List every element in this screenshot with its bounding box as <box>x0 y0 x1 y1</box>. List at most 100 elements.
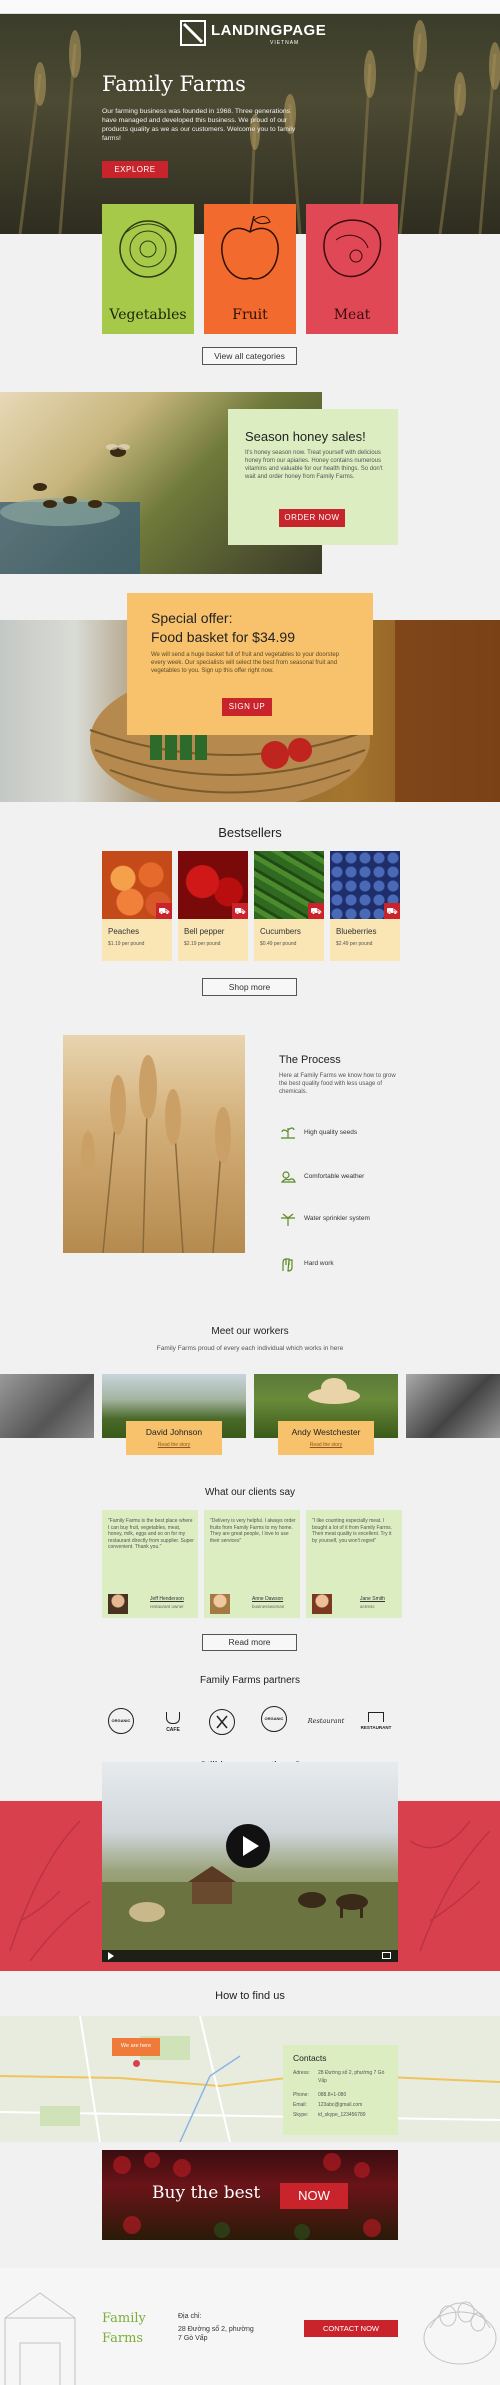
browser-bar <box>0 0 500 14</box>
map-title: How to find us <box>215 1990 285 2002</box>
testimonial-quote: "I like counting especially meat. I boug… <box>312 1518 393 1544</box>
offer-text: We will send a huge basket full of fruit… <box>151 652 340 674</box>
view-all-categories-button[interactable]: View all categories <box>202 347 297 365</box>
contact-skype-label: Skype: <box>293 2112 309 2118</box>
category-fruit[interactable]: Fruit <box>204 204 296 334</box>
map-pin-icon <box>133 2060 140 2067</box>
contact-address: 28 Đường số 2, phường 7 Gò Vấp <box>318 2070 385 2084</box>
product-cucumbers[interactable]: ⛟ Cucumbers $0.49 per pound <box>254 851 324 961</box>
wheat-image <box>63 1035 245 1253</box>
cart-icon[interactable]: ⛟ <box>308 903 324 919</box>
cart-icon[interactable]: ⛟ <box>232 903 248 919</box>
product-name: Peaches <box>108 927 140 936</box>
sign-up-button[interactable]: SIGN UP <box>222 698 272 716</box>
product-price: $2.19 per pound <box>184 941 221 947</box>
explore-button[interactable]: EXPLORE <box>102 161 168 178</box>
worker-photo-left <box>0 1374 94 1438</box>
avatar <box>108 1594 128 1614</box>
order-now-button[interactable]: ORDER NOW <box>279 509 345 527</box>
process-title: The Process <box>279 1054 341 1066</box>
product-price: $2.49 per pound <box>336 941 373 947</box>
map[interactable] <box>0 2016 500 2142</box>
process-step-label: Water sprinkler system <box>304 1215 370 1222</box>
apple-icon <box>221 215 279 280</box>
partner-logo: CAFE <box>158 1708 188 1736</box>
testimonial-card: "Delivery is very helpful. I always orde… <box>204 1510 300 1618</box>
offer-card: Special offer: Food basket for $34.99 We… <box>127 593 373 735</box>
contact-email[interactable]: 123abc@gmail.com <box>318 2101 362 2109</box>
product-blueberries[interactable]: ⛟ Blueberries $2.49 per pound <box>330 851 400 961</box>
map-pin-label: We are here <box>112 2038 160 2056</box>
read-more-button[interactable]: Read more <box>202 1634 297 1651</box>
play-button[interactable] <box>226 1824 270 1868</box>
partner-logo: ORGANIC <box>104 1708 138 1736</box>
category-label: Vegetables <box>109 307 187 323</box>
read-story-link[interactable]: Read the story <box>278 1442 374 1448</box>
testimonial-quote: "Family Farms is the best place where I … <box>108 1518 194 1550</box>
testimonial-role: businesswoman <box>252 1604 285 1609</box>
workers-subtitle: Family Farms proud of every each individ… <box>156 1345 344 1352</box>
contact-phone-label: Phone: <box>293 2092 309 2098</box>
cart-icon[interactable]: ⛟ <box>384 903 400 919</box>
product-bell-pepper[interactable]: ⛟ Bell pepper $2.19 per pound <box>178 851 248 961</box>
honey-title: Season honey sales! <box>245 429 366 444</box>
hero-text: Our farming business was founded in 1968… <box>102 108 296 142</box>
cart-icon[interactable]: ⛟ <box>156 903 172 919</box>
read-story-link[interactable]: Read the story <box>126 1442 222 1448</box>
category-label: Meat <box>333 307 371 323</box>
partner-logo-text: CAFE <box>166 1727 180 1733</box>
fullscreen-icon[interactable] <box>382 1952 391 1959</box>
partner-logo <box>208 1708 236 1736</box>
testimonial-name: Anne Dawson <box>252 1596 284 1602</box>
testimonial-card: "Family Farms is the best place where I … <box>102 1510 198 1618</box>
partner-logo-text: Restaurant <box>307 1717 345 1725</box>
seeds-icon <box>281 1127 295 1139</box>
map-pin-text: We are here <box>120 2043 152 2049</box>
honey-card: Season honey sales! It's honey season no… <box>228 409 398 545</box>
process-step: High quality seeds <box>279 1124 429 1142</box>
logo-mark-icon <box>182 22 204 44</box>
category-meat[interactable]: Meat <box>306 204 398 334</box>
product-name: Cucumbers <box>260 927 301 936</box>
product-name: Blueberries <box>336 927 377 936</box>
cta-text: Buy the best <box>152 2183 261 2203</box>
now-button[interactable]: NOW <box>280 2183 348 2209</box>
offer-subtitle: Food basket for $34.99 <box>151 629 295 645</box>
logo-text: LANDINGPAGE <box>211 22 327 39</box>
footer-address-label: Địa chỉ: <box>178 2313 202 2320</box>
logo[interactable]: LANDINGPAGE VIETNAM <box>180 20 327 50</box>
partner-logo-text: RESTAURANT <box>360 1725 392 1730</box>
hand-icon <box>282 1258 293 1272</box>
process-step: Water sprinkler system <box>279 1210 429 1228</box>
contact-now-button[interactable]: CONTACT NOW <box>304 2320 398 2337</box>
video-player[interactable] <box>102 1762 398 1962</box>
player-play-icon[interactable] <box>106 1951 116 1961</box>
partner-logo: ORGANIC <box>258 1704 290 1738</box>
product-price: $1.19 per pound <box>108 941 145 947</box>
testimonial-name: Jeff Henderson <box>150 1596 184 1602</box>
shop-more-button[interactable]: Shop more <box>202 978 297 996</box>
worker-card-david[interactable]: David Johnson Read the story <box>126 1421 222 1455</box>
partner-logo-text: ORGANIC <box>264 1716 284 1721</box>
barn-sketch <box>4 2292 76 2385</box>
bestsellers-title: Bestsellers <box>218 825 282 840</box>
play-icon <box>243 1836 259 1856</box>
workers-title: Meet our workers <box>211 1326 289 1337</box>
partner-logo-text: ORGANIC <box>111 1718 131 1723</box>
contact-address-label: Adress: <box>293 2070 310 2076</box>
coffee-cup-icon <box>166 1712 180 1724</box>
offer-title: Special offer: <box>151 610 233 626</box>
footer-brand: Family Farms <box>102 2311 146 2346</box>
testimonial-role: actress <box>360 1604 375 1609</box>
egg-basket-sketch <box>423 2301 497 2365</box>
product-peaches[interactable]: ⛟ Peaches $1.19 per pound <box>102 851 172 961</box>
logo-subtext: VIETNAM <box>270 40 300 46</box>
process-step: Hard work <box>279 1255 429 1273</box>
testimonial-card: "I like counting especially meat. I boug… <box>306 1510 402 1618</box>
worker-card-andy[interactable]: Andy Westchester Read the story <box>278 1421 374 1455</box>
footer-address: 28 Đường số 2, phường 7 Gò Vấp <box>178 2326 254 2342</box>
category-vegetables[interactable]: Vegetables <box>102 204 194 334</box>
contacts-card: Contacts Adress: 28 Đường số 2, phường 7… <box>283 2045 398 2135</box>
page: LANDINGPAGE VIETNAM Family Farms Our far… <box>0 0 500 2385</box>
testimonial-role: restaurant owner <box>150 1604 184 1609</box>
